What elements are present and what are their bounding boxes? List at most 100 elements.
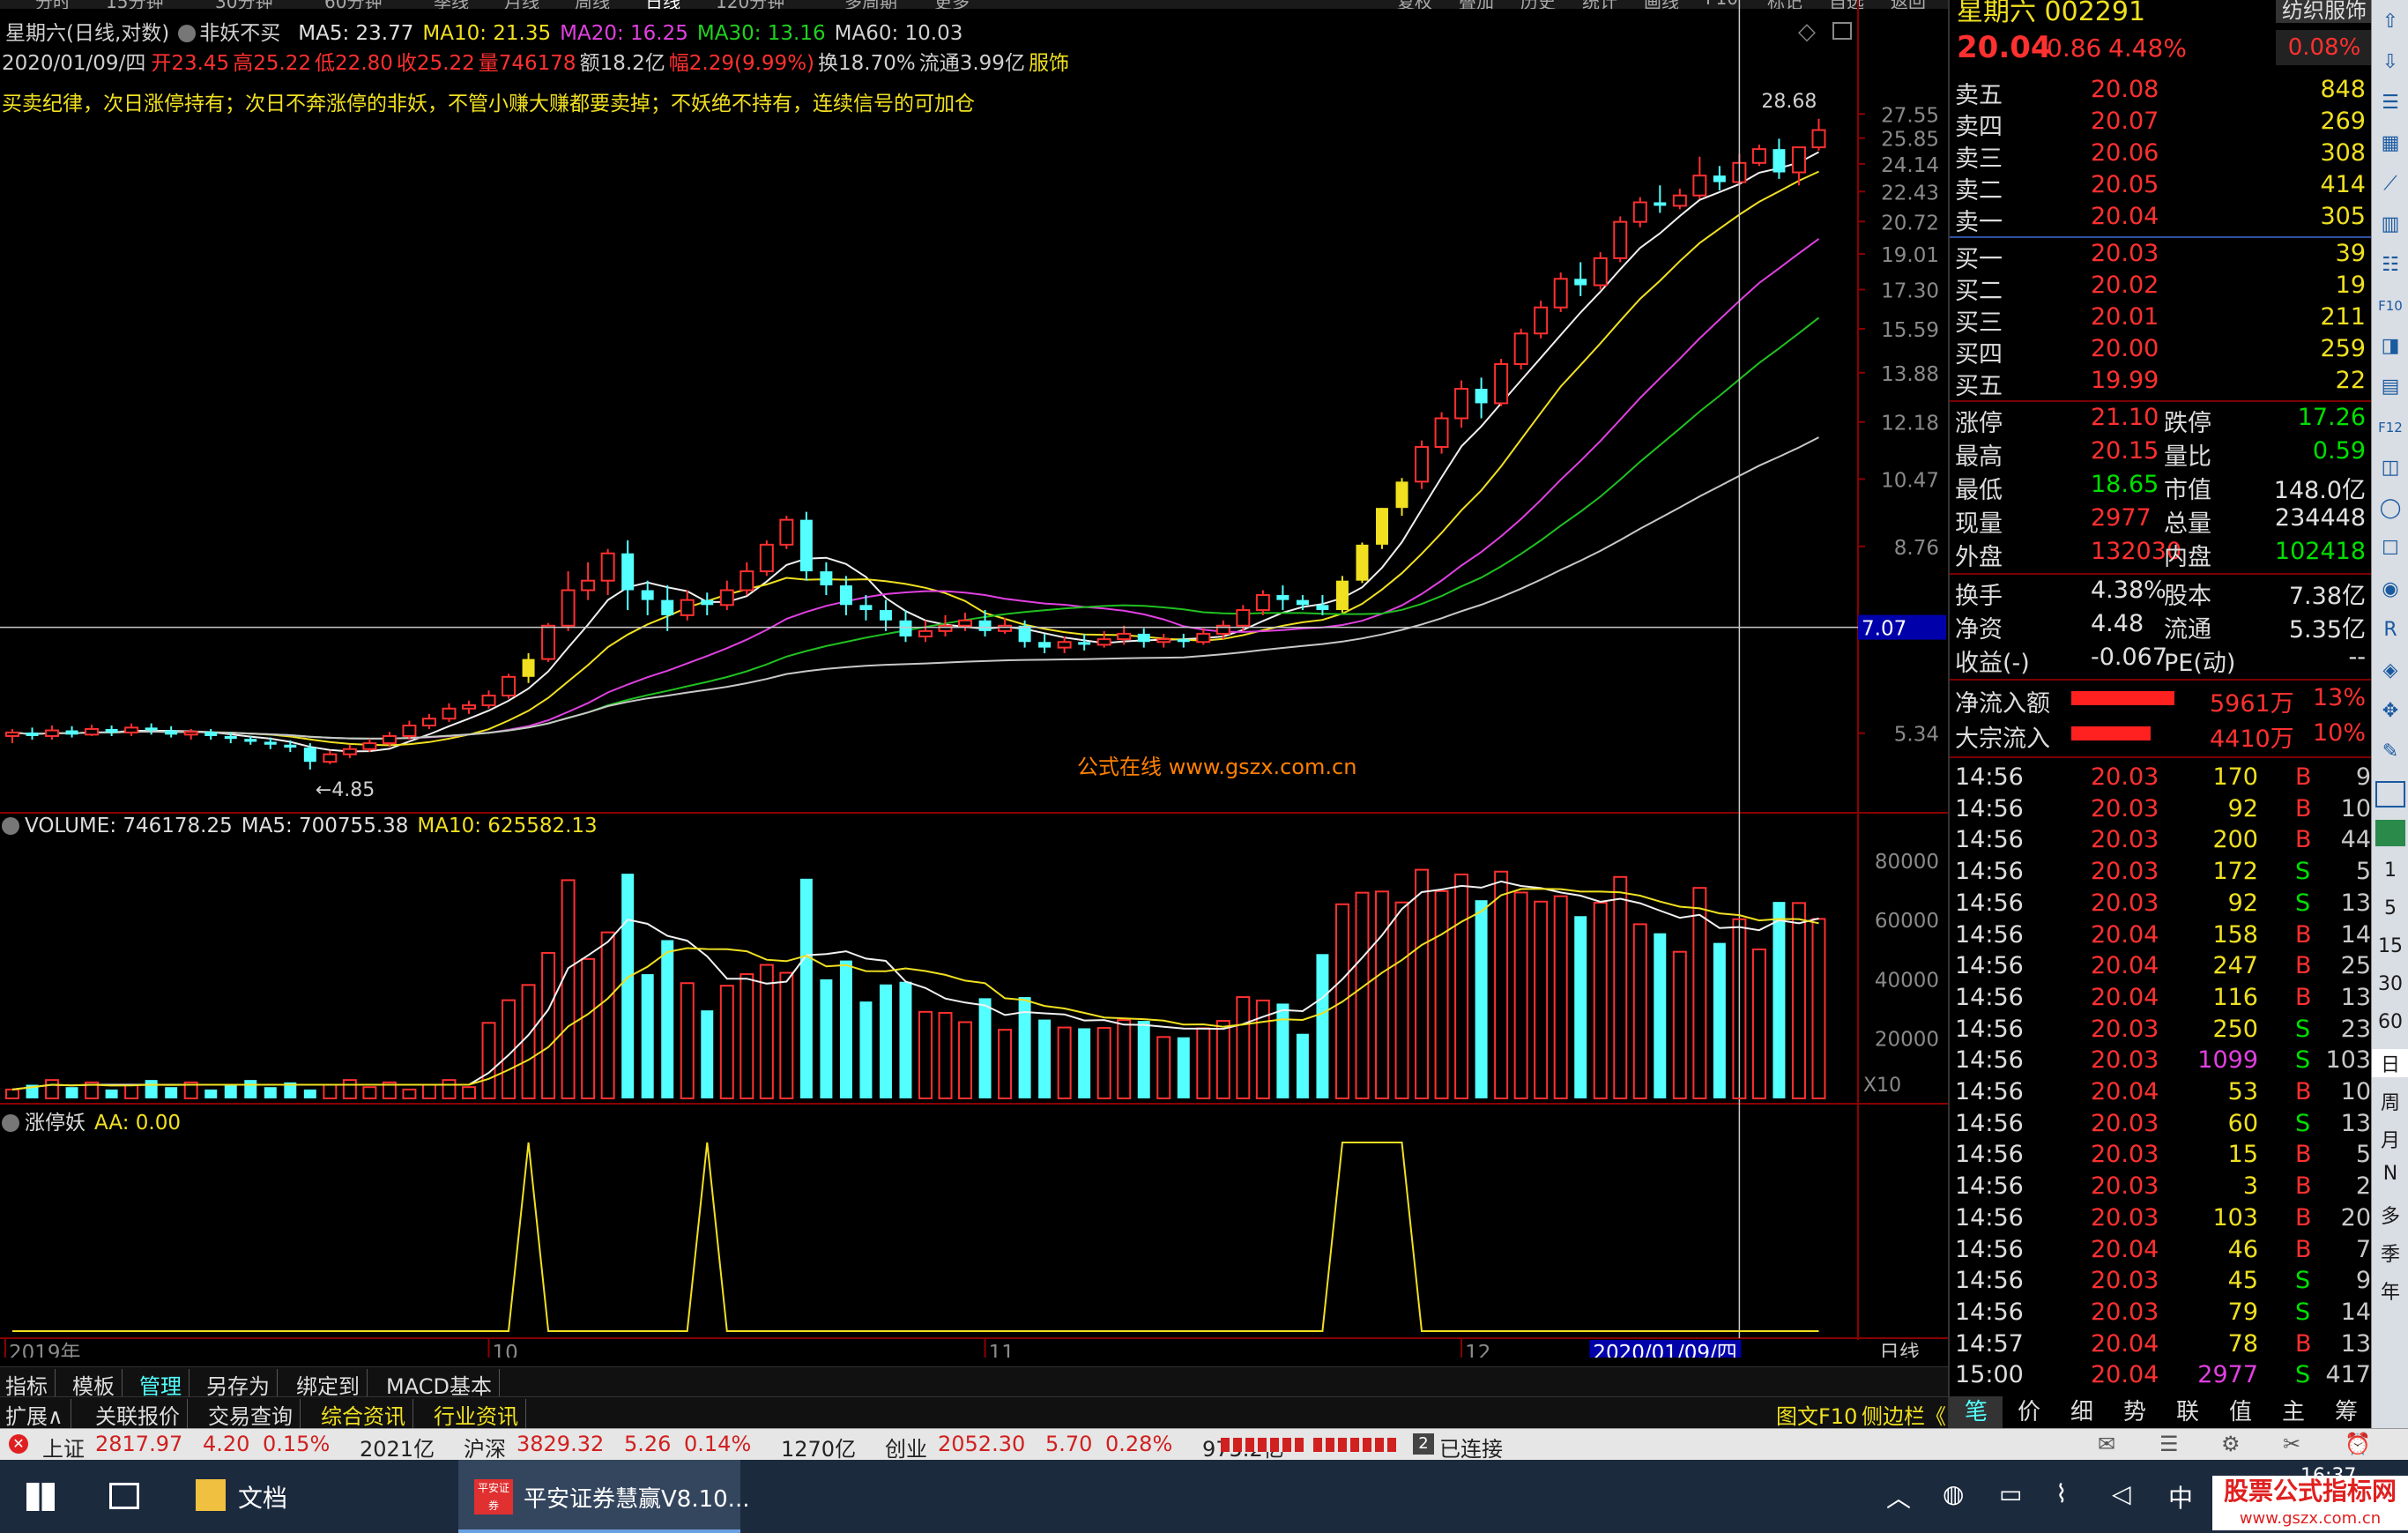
right-tab-1[interactable]: 价 bbox=[2003, 1396, 2055, 1428]
sidebar-period-60[interactable]: 60 bbox=[2372, 1011, 2408, 1033]
bottom-tab[interactable]: 交易查询 bbox=[208, 1399, 301, 1430]
sidebar-tool-icon[interactable]: ✎ bbox=[2377, 739, 2404, 765]
sidebar-period-季[interactable]: 季 bbox=[2372, 1239, 2408, 1267]
indicator-dropdown-icon[interactable] bbox=[2, 1114, 19, 1132]
index-name[interactable]: 上证 bbox=[42, 1432, 85, 1462]
sidebar-tool-icon[interactable]: ⟋ bbox=[2377, 171, 2404, 197]
tick-count: 417 bbox=[2325, 1361, 2371, 1389]
sidebar-tool-icon[interactable]: ◫ bbox=[2377, 455, 2404, 481]
trading-note: 买卖纪律，次日涨停持有；次日不奔涨停的非妖，不管小赚大赚都要卖掉；不妖绝不持有，… bbox=[2, 93, 975, 115]
sidebar-period-日[interactable]: 日 bbox=[2372, 1049, 2408, 1077]
right-tab-2[interactable]: 细 bbox=[2055, 1396, 2108, 1428]
volume-bar bbox=[1791, 902, 1806, 1100]
volume-dropdown-icon[interactable] bbox=[2, 817, 19, 835]
right-tab-0[interactable]: 笔 bbox=[1950, 1396, 2003, 1428]
tick-direction: S bbox=[2295, 858, 2311, 886]
sidebar-toggle[interactable]: 侧边栏《 bbox=[1862, 1399, 1946, 1430]
sidebar-tool-icon[interactable]: R bbox=[2377, 617, 2404, 644]
tray-icon[interactable]: ⌇ bbox=[2055, 1479, 2068, 1508]
tool-tab[interactable]: 管理 bbox=[139, 1369, 190, 1400]
chart-area[interactable]: ◇ 27.55 25.85 24.14 22.43 20.72 19.01 17.30 15.5… bbox=[0, 0, 1948, 1358]
taskbar-docs[interactable]: 文档 bbox=[238, 1479, 287, 1514]
windows-start-icon[interactable] bbox=[26, 1483, 55, 1511]
alert-icon[interactable]: ✕ bbox=[9, 1434, 28, 1454]
sidebar-tool-icon[interactable]: ⇧ bbox=[2377, 9, 2404, 35]
sidebar-tool-icon[interactable]: ▦ bbox=[2377, 130, 2404, 157]
task-view-icon[interactable] bbox=[109, 1483, 139, 1509]
tray-icon[interactable]: ▭ bbox=[1999, 1479, 2022, 1508]
sidebar-period-15[interactable]: 15 bbox=[2372, 935, 2408, 957]
index-change: 5.70 bbox=[1045, 1432, 1093, 1456]
status-tool-icon[interactable]: ⏰ bbox=[2345, 1432, 2371, 1456]
sidebar-tool-icon[interactable]: ▥ bbox=[2377, 212, 2404, 238]
formula-dropdown-icon[interactable] bbox=[178, 25, 197, 42]
tick-volume: 1099 bbox=[2197, 1046, 2258, 1075]
right-tab-3[interactable]: 势 bbox=[2108, 1396, 2161, 1428]
ma30-label: MA30: 13.16 bbox=[696, 22, 826, 45]
flow-row: 大宗流入 4410万 10% bbox=[1950, 719, 2373, 753]
candle-body bbox=[145, 727, 158, 731]
stat-label: 市值 bbox=[2164, 477, 2211, 504]
sidebar-tool-icon[interactable]: ✥ bbox=[2377, 698, 2404, 725]
tray-icon[interactable]: ◍ bbox=[1943, 1479, 1964, 1508]
status-tool-icon[interactable]: ⚙ bbox=[2221, 1432, 2241, 1456]
tick-volume: 250 bbox=[2212, 1015, 2258, 1043]
tick-count: 44 bbox=[2340, 826, 2371, 854]
sidebar-period-1[interactable]: 1 bbox=[2372, 860, 2408, 882]
sidebar-tool-icon[interactable]: ☐ bbox=[2377, 536, 2404, 562]
buy-order-row: 买二 20.02 19 bbox=[1950, 272, 2373, 305]
tick-count: 14 bbox=[2340, 920, 2371, 949]
index-name[interactable]: 沪深 bbox=[464, 1432, 506, 1462]
tool-tab[interactable]: 绑定到 bbox=[296, 1369, 368, 1400]
tray-icon[interactable]: ︿ bbox=[1886, 1479, 1911, 1514]
bottom-tab[interactable]: 关联报价 bbox=[95, 1399, 188, 1430]
sidebar-tool-icon[interactable]: ▤ bbox=[2377, 374, 2404, 400]
tick-row: 14:56 20.03 92 B 10 bbox=[1950, 795, 2373, 827]
status-tool-icon[interactable]: ✉ bbox=[2098, 1432, 2115, 1456]
f10-button[interactable]: 图文F10 bbox=[1776, 1399, 1857, 1430]
taskbar-app-label[interactable]: 平安证券慧赢V8.10... bbox=[524, 1481, 749, 1514]
tick-time: 14:56 bbox=[1955, 983, 2024, 1011]
sidebar-tool-icon[interactable]: ☰ bbox=[2377, 90, 2404, 116]
sidebar-period-多[interactable]: 多 bbox=[2372, 1201, 2408, 1229]
tool-tab[interactable]: 另存为 bbox=[206, 1369, 278, 1400]
sidebar-period-5[interactable]: 5 bbox=[2372, 897, 2408, 919]
sidebar-tool-icon[interactable]: ◉ bbox=[2377, 577, 2404, 603]
sidebar-period-30[interactable]: 30 bbox=[2372, 973, 2408, 995]
sidebar-tool-icon[interactable]: F10 bbox=[2377, 293, 2404, 319]
tool-tab[interactable]: MACD基本 bbox=[386, 1369, 500, 1400]
kline-chart[interactable]: ◇ 27.5525.8524.14 22.43 20.72 19.01 17.30 15.5… bbox=[0, 0, 1948, 1358]
tool-tab[interactable]: 指标 bbox=[5, 1369, 56, 1400]
status-tool-icon[interactable]: ☰ bbox=[2159, 1432, 2179, 1456]
tick-row: 14:56 20.04 53 B 10 bbox=[1950, 1078, 2373, 1110]
sidebar-tool-icon[interactable]: ◈ bbox=[2377, 658, 2404, 684]
day-sector[interactable]: 服饰 bbox=[1029, 52, 1069, 75]
right-tab-5[interactable]: 值 bbox=[2214, 1396, 2267, 1428]
sidebar-period-N[interactable]: N bbox=[2372, 1163, 2408, 1185]
sidebar-refresh-icon[interactable] bbox=[2375, 820, 2405, 846]
sidebar-panel-icon[interactable] bbox=[2375, 781, 2405, 807]
formula-name[interactable]: 非妖不买 bbox=[178, 22, 289, 45]
sidebar-tool-icon[interactable]: ☷ bbox=[2377, 252, 2404, 279]
tray-icon[interactable]: ◁ bbox=[2112, 1479, 2131, 1508]
sidebar-tool-icon[interactable]: ◯ bbox=[2377, 495, 2404, 522]
sidebar-tool-icon[interactable]: ⇩ bbox=[2377, 49, 2404, 76]
right-tab-4[interactable]: 联 bbox=[2161, 1396, 2214, 1428]
right-tab-6[interactable]: 主 bbox=[2267, 1396, 2320, 1428]
status-tool-icon[interactable]: ✂ bbox=[2283, 1432, 2300, 1456]
tool-tab[interactable]: 模板 bbox=[72, 1369, 123, 1400]
bottom-tab[interactable]: 综合资讯 bbox=[321, 1399, 413, 1430]
sidebar-period-年[interactable]: 年 bbox=[2372, 1276, 2408, 1305]
volume-bar bbox=[1057, 1026, 1072, 1100]
bottom-tab[interactable]: 扩展∧ bbox=[5, 1399, 71, 1430]
right-tab-7[interactable]: 筹 bbox=[2320, 1396, 2373, 1428]
sidebar-tool-icon[interactable]: ◨ bbox=[2377, 333, 2404, 360]
sidebar-period-月[interactable]: 月 bbox=[2372, 1125, 2408, 1153]
tray-icon[interactable]: 中 bbox=[2168, 1479, 2193, 1514]
sidebar-tool-icon[interactable]: F12 bbox=[2377, 414, 2404, 441]
folder-icon[interactable] bbox=[196, 1479, 226, 1511]
sidebar-period-周[interactable]: 周 bbox=[2372, 1087, 2408, 1115]
industry-badge[interactable]: 纺织服饰 bbox=[2276, 0, 2373, 23]
index-name[interactable]: 创业 bbox=[885, 1432, 927, 1462]
bottom-tab[interactable]: 行业资讯 bbox=[434, 1399, 526, 1430]
